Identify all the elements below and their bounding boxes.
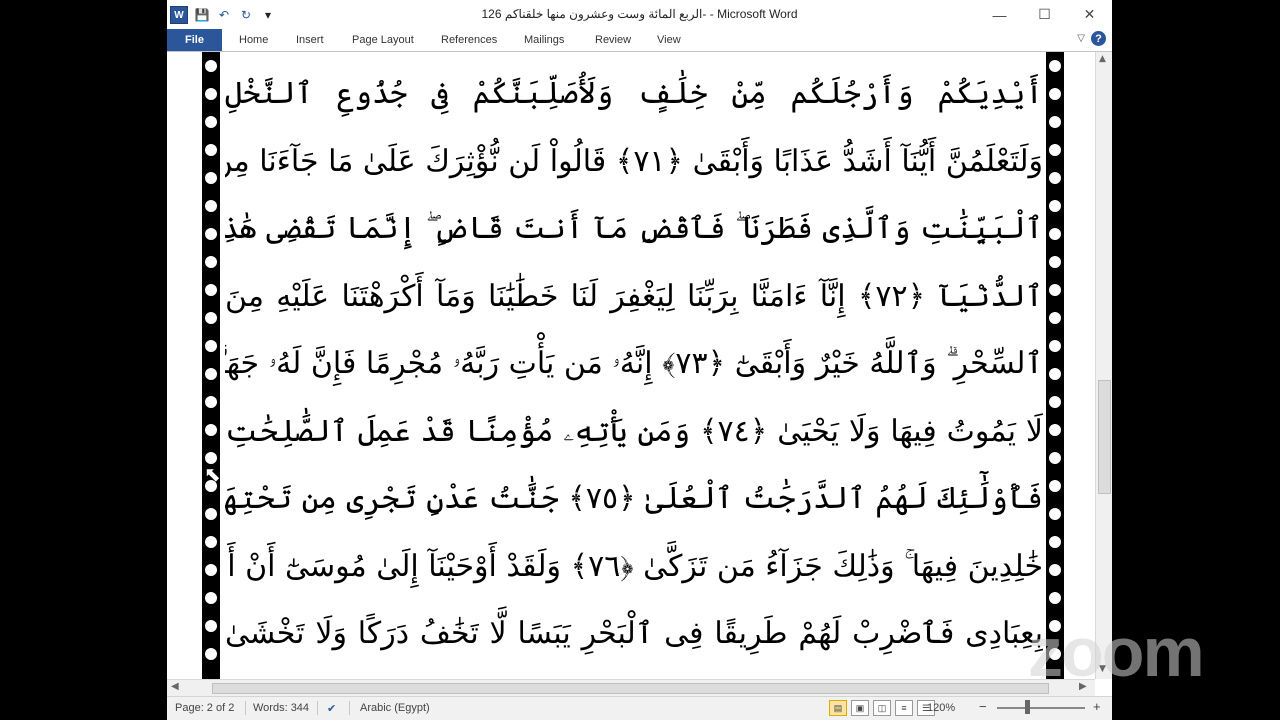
text-line: لَا يَمُوتُ فِيهَا وَلَا يَحْيَىٰ ﴿٧٤﴾ و… (225, 413, 1043, 449)
word-window: W 💾 ↶ ↻ ▾ الربع المائة وست وعشرون منها خ… (167, 0, 1112, 720)
window-title: الربع المائة وست وعشرون منها خلقناكم 126… (481, 7, 798, 21)
status-bar: Page: 2 of 2 Words: 344 ✔ Arabic (Egypt)… (167, 696, 1112, 720)
border-hole (1049, 312, 1061, 324)
tab-review[interactable]: Review (595, 34, 631, 46)
minimize-button[interactable]: — (977, 0, 1022, 29)
border-hole (1049, 88, 1061, 100)
scroll-left-icon[interactable]: ◀ (171, 681, 179, 692)
border-hole (1049, 60, 1061, 72)
zoom-watermark-logo: zoom (1028, 613, 1205, 691)
border-hole (1049, 452, 1061, 464)
border-hole (205, 200, 217, 212)
mouse-cursor-icon: ⬉ (204, 462, 221, 486)
border-hole (205, 228, 217, 240)
border-hole (205, 144, 217, 156)
zoom-level[interactable]: 120% (927, 702, 955, 714)
language-indicator[interactable]: Arabic (Egypt) (360, 702, 430, 714)
border-hole (205, 116, 217, 128)
text-line: خَٰلِدِينَ فِيهَا ۚ وَذَٰلِكَ جَزَآءُ مَ… (225, 548, 1043, 584)
border-hole (205, 312, 217, 324)
text-line: ٱلدُّنْيَآ ﴿٧٢﴾ إِنَّآ ءَامَنَّا بِرَبِّ… (225, 278, 1043, 314)
collapse-ribbon-icon[interactable]: ▽ (1077, 33, 1085, 44)
document-body[interactable]: أَيْدِيَكُمْ وَأَرْجُلَكُم مِّنْ خِلَٰفٍ… (225, 60, 1043, 668)
border-hole (1049, 592, 1061, 604)
border-hole (205, 368, 217, 380)
border-hole (1049, 396, 1061, 408)
border-hole (205, 340, 217, 352)
border-hole (205, 284, 217, 296)
border-hole (1049, 564, 1061, 576)
zoom-out-button[interactable]: − (979, 699, 987, 714)
title-bar: W 💾 ↶ ↻ ▾ الربع المائة وست وعشرون منها خ… (167, 0, 1112, 29)
border-hole (205, 648, 217, 660)
zoom-slider-knob[interactable] (1025, 700, 1030, 714)
print-layout-view-button[interactable]: ▤ (829, 700, 847, 716)
border-hole (1049, 424, 1061, 436)
border-hole (205, 620, 217, 632)
ribbon-tabs: File Home Insert Page Layout References … (167, 29, 1112, 52)
outline-view-button[interactable]: ≡ (895, 700, 913, 716)
proofing-icon[interactable]: ✔ (327, 702, 336, 715)
help-icon[interactable]: ? (1091, 31, 1106, 46)
zoom-slider[interactable] (997, 707, 1085, 709)
tab-insert[interactable]: Insert (296, 34, 324, 46)
horizontal-scroll-thumb[interactable] (212, 683, 1049, 694)
page-count[interactable]: Page: 2 of 2 (175, 702, 234, 714)
horizontal-scrollbar[interactable]: ◀ ▶ (167, 679, 1095, 696)
border-hole (205, 60, 217, 72)
text-line: ٱلْبَيِّنَٰتِ وَٱلَّذِى فَطَرَنَا ۖ فَٱق… (225, 211, 1043, 246)
vertical-scroll-thumb[interactable] (1098, 380, 1111, 494)
word-count[interactable]: Words: 344 (253, 702, 309, 714)
close-button[interactable]: ✕ (1067, 0, 1112, 29)
border-hole (205, 508, 217, 520)
border-hole (1049, 256, 1061, 268)
border-hole (205, 256, 217, 268)
tab-mailings[interactable]: Mailings (524, 34, 564, 46)
border-hole (205, 564, 217, 576)
web-layout-view-button[interactable]: ◫ (873, 700, 891, 716)
border-hole (1049, 228, 1061, 240)
zoom-in-button[interactable]: + (1093, 699, 1101, 714)
tab-references[interactable]: References (441, 34, 497, 46)
border-hole (205, 424, 217, 436)
border-hole (1049, 116, 1061, 128)
tab-view[interactable]: View (657, 34, 681, 46)
maximize-button[interactable]: ☐ (1022, 0, 1067, 29)
page-border-right (1046, 52, 1064, 679)
tab-home[interactable]: Home (239, 34, 268, 46)
border-hole (205, 172, 217, 184)
tab-page-layout[interactable]: Page Layout (352, 34, 414, 46)
vertical-scrollbar[interactable]: ▲ ▼ (1095, 52, 1112, 679)
scroll-up-icon[interactable]: ▲ (1099, 54, 1106, 64)
border-hole (1049, 480, 1061, 492)
text-line: أَيْدِيَكُمْ وَأَرْجُلَكُم مِّنْ خِلَٰفٍ… (225, 76, 1043, 111)
text-line: فَأُوْلَٰٓئِكَ لَهُمُ ٱلدَّرَجَٰتُ ٱلْعُ… (225, 481, 1043, 516)
text-line: ٱلسِّحْرِ ۗ وَٱللَّهُ خَيْرٌ وَأَبْقَىٰٓ… (225, 346, 1043, 381)
border-hole (1049, 340, 1061, 352)
border-hole (1049, 200, 1061, 212)
border-hole (1049, 508, 1061, 520)
border-hole (1049, 172, 1061, 184)
border-hole (205, 592, 217, 604)
document-area[interactable]: أَيْدِيَكُمْ وَأَرْجُلَكُم مِّنْ خِلَٰفٍ… (167, 52, 1095, 679)
border-hole (205, 536, 217, 548)
page-border-left (202, 52, 220, 679)
border-hole (1049, 284, 1061, 296)
text-line: وَلَتَعْلَمُنَّ أَيُّنَآ أَشَدُّ عَذَابً… (225, 143, 1043, 179)
border-hole (1049, 536, 1061, 548)
window-controls: — ☐ ✕ (977, 0, 1112, 29)
full-screen-view-button[interactable]: ▣ (851, 700, 869, 716)
border-hole (1049, 368, 1061, 380)
border-hole (1049, 144, 1061, 156)
tab-file[interactable]: File (167, 29, 222, 51)
border-hole (205, 88, 217, 100)
text-line: بِعِبَادِى فَٱضْرِبْ لَهُمْ طَرِيقًا فِى… (225, 616, 1043, 651)
border-hole (205, 396, 217, 408)
